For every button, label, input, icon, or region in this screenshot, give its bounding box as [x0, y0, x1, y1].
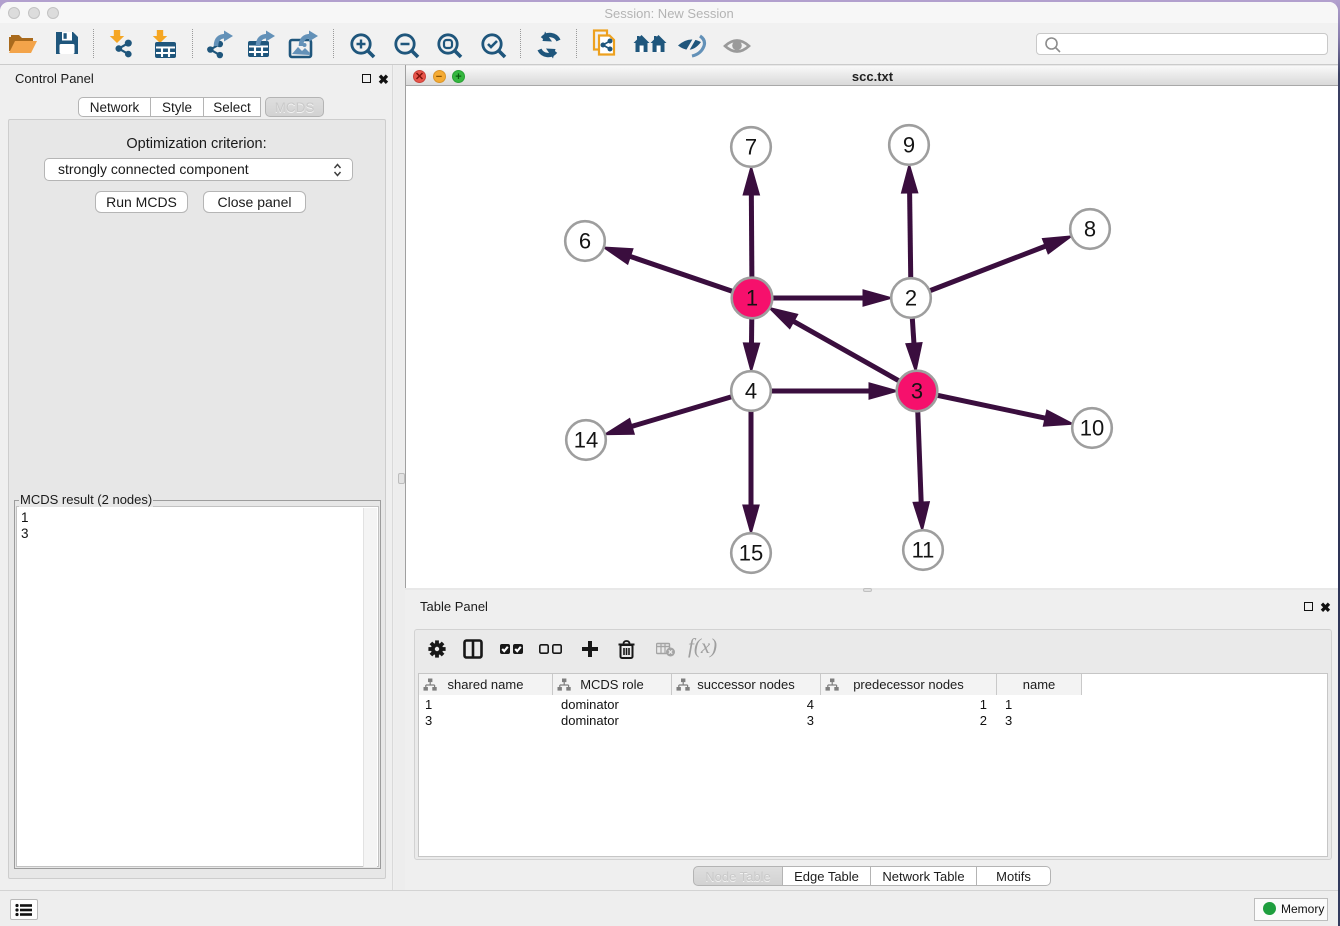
- svg-text:3: 3: [911, 379, 923, 404]
- svg-text:7: 7: [745, 135, 757, 160]
- svg-text:10: 10: [1080, 416, 1104, 441]
- svg-text:11: 11: [912, 538, 935, 563]
- svg-text:4: 4: [745, 379, 757, 404]
- svg-text:1: 1: [746, 286, 758, 311]
- svg-text:8: 8: [1084, 217, 1096, 242]
- svg-text:14: 14: [574, 428, 598, 453]
- svg-text:2: 2: [905, 286, 917, 311]
- svg-text:9: 9: [903, 133, 915, 158]
- svg-text:6: 6: [579, 229, 591, 254]
- svg-text:15: 15: [739, 541, 763, 566]
